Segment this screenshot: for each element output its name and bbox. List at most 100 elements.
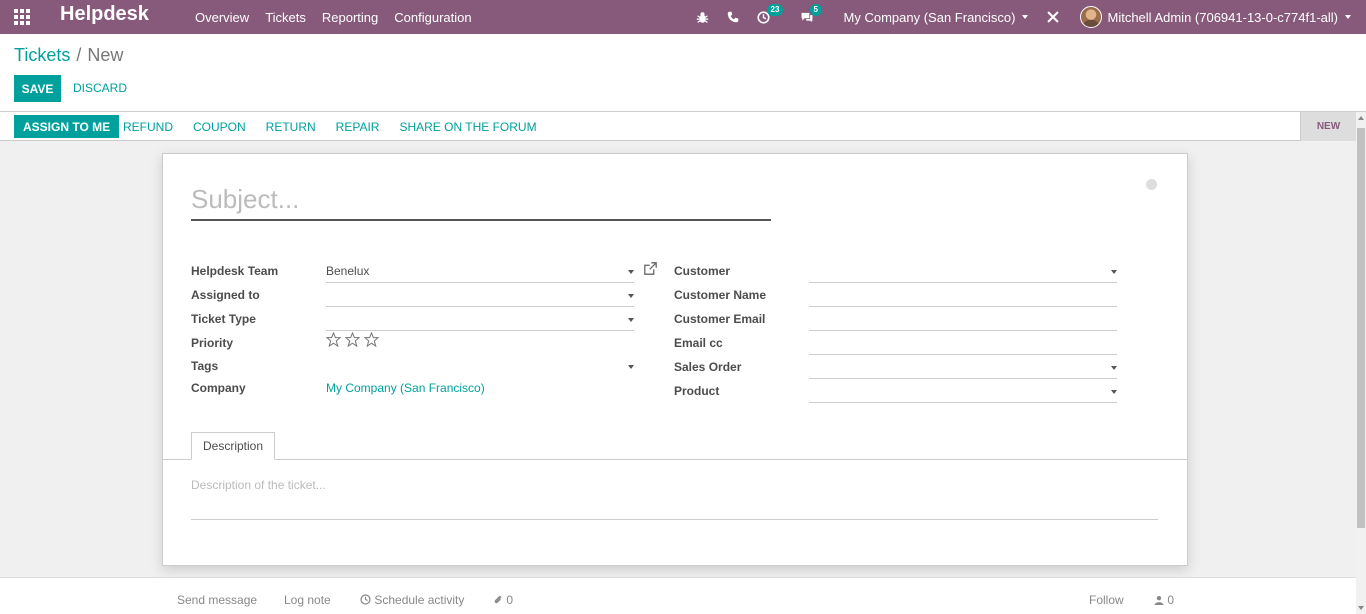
dropdown-caret-icon (628, 318, 634, 322)
customer-email-label: Customer Email (674, 312, 766, 326)
clock-icon (360, 594, 371, 605)
sales-order-select[interactable] (809, 356, 1117, 379)
menu-overview[interactable]: Overview (187, 10, 257, 25)
phone-icon[interactable] (727, 11, 739, 23)
schedule-activity-button[interactable]: Schedule activity (360, 593, 464, 607)
log-note-button[interactable]: Log note (284, 593, 331, 607)
paperclip-icon (494, 595, 502, 604)
menu-tickets[interactable]: Tickets (257, 10, 314, 25)
helpdesk-team-select[interactable]: Benelux (326, 260, 634, 283)
tab-description[interactable]: Description (191, 432, 276, 460)
customer-email-input[interactable] (809, 308, 1117, 331)
caret-down-icon (1022, 15, 1029, 19)
user-name: Mitchell Admin (706941-13-0-c774f1-all) (1107, 9, 1338, 25)
field-customer-name: Customer Name (674, 284, 1119, 308)
tags-label: Tags (191, 359, 219, 373)
field-tags: Tags (191, 355, 636, 379)
product-label: Product (674, 384, 720, 398)
user-menu[interactable]: Mitchell Admin (706941-13-0-c774f1-all) (1080, 6, 1351, 28)
scroll-up-icon[interactable] (1358, 116, 1364, 120)
field-customer-email: Customer Email (674, 308, 1119, 332)
kanban-state-dot[interactable] (1146, 179, 1157, 190)
customer-select[interactable] (809, 260, 1117, 283)
company-switcher-label: My Company (San Francisco) (843, 9, 1016, 25)
star-2-icon[interactable] (345, 332, 360, 347)
field-ticket-type: Ticket Type (191, 308, 636, 332)
return-button[interactable]: Return (256, 120, 326, 134)
dropdown-caret-icon (628, 270, 634, 274)
tags-select[interactable] (326, 355, 634, 378)
followers-button[interactable]: 0 (1154, 593, 1174, 607)
field-customer: Customer (674, 260, 1119, 284)
form-statusbar: Assign to me Refund Coupon Return Repair… (0, 112, 1366, 141)
helpdesk-team-value: Benelux (326, 264, 370, 278)
assign-to-me-button[interactable]: Assign to me (14, 115, 120, 138)
refund-button[interactable]: Refund (113, 120, 183, 134)
sales-order-label: Sales Order (674, 360, 742, 374)
scroll-down-icon[interactable] (1358, 606, 1364, 610)
field-email-cc: Email cc (674, 332, 1119, 356)
field-sales-order: Sales Order (674, 356, 1119, 380)
repair-button[interactable]: Repair (326, 120, 390, 134)
product-select[interactable] (809, 380, 1117, 403)
customer-label: Customer (674, 264, 731, 278)
dropdown-caret-icon (628, 294, 634, 298)
email-cc-label: Email cc (674, 336, 723, 350)
email-cc-input[interactable] (809, 332, 1117, 355)
debug-icon[interactable] (696, 11, 709, 24)
star-1-icon[interactable] (326, 332, 341, 347)
dropdown-caret-icon (1111, 390, 1117, 394)
assigned-to-label: Assigned to (191, 288, 260, 302)
caret-down-icon (1345, 15, 1351, 19)
message-count-badge: 5 (809, 3, 822, 16)
header-actions: Refund Coupon Return Repair Share on the… (113, 112, 547, 141)
main-menu: Overview Tickets Reporting Configuration (187, 0, 480, 34)
star-3-icon[interactable] (364, 332, 379, 347)
discard-button[interactable]: Discard (73, 81, 127, 95)
top-navbar: Helpdesk Overview Tickets Reporting Conf… (0, 0, 1366, 34)
ticket-type-select[interactable] (326, 308, 634, 331)
company-link[interactable]: My Company (San Francisco) (326, 377, 485, 400)
send-message-button[interactable]: Send message (177, 593, 257, 607)
field-priority: Priority (191, 332, 636, 356)
subject-input[interactable] (191, 180, 771, 221)
attachments-button[interactable]: 0 (493, 593, 513, 607)
follow-button[interactable]: Follow (1089, 593, 1124, 607)
menu-reporting[interactable]: Reporting (314, 10, 386, 25)
schedule-activity-label: Schedule activity (374, 593, 465, 607)
systray: 23 5 My Company (San Francisco) Mitchell… (696, 0, 1366, 34)
priority-stars (326, 332, 379, 347)
save-button[interactable]: Save (14, 75, 61, 102)
form-sheet: Helpdesk Team Benelux Assigned to Ticket… (162, 153, 1188, 566)
activity-clock-icon[interactable]: 23 (756, 3, 784, 24)
customer-name-label: Customer Name (674, 288, 767, 302)
external-link-icon[interactable] (644, 262, 657, 275)
dropdown-caret-icon (1111, 270, 1117, 274)
field-company: Company My Company (San Francisco) (191, 377, 636, 401)
company-switcher[interactable]: My Company (San Francisco) (844, 10, 1029, 25)
stage-new[interactable]: New (1300, 112, 1356, 141)
ticket-type-label: Ticket Type (191, 312, 256, 326)
app-brand[interactable]: Helpdesk (60, 3, 149, 26)
page-scrollbar[interactable] (1356, 112, 1366, 614)
messages-icon[interactable]: 5 (800, 3, 822, 24)
field-helpdesk-team: Helpdesk Team Benelux (191, 260, 636, 284)
field-assigned-to: Assigned to (191, 284, 636, 308)
control-panel: Tickets / New Save Discard (0, 34, 1366, 112)
customer-name-input[interactable] (809, 284, 1117, 307)
chatter-topbar: Send message Log note Schedule activity … (0, 577, 1356, 614)
user-icon (1154, 595, 1164, 605)
field-product: Product (674, 380, 1119, 404)
coupon-button[interactable]: Coupon (183, 120, 256, 134)
tools-icon[interactable] (1046, 10, 1060, 24)
scrollbar-thumb[interactable] (1357, 128, 1365, 528)
attachments-count: 0 (506, 593, 514, 607)
description-editor[interactable]: Description of the ticket... (191, 472, 1158, 520)
dropdown-caret-icon (628, 365, 634, 369)
menu-configuration[interactable]: Configuration (386, 10, 479, 25)
breadcrumb-tickets[interactable]: Tickets (14, 45, 70, 65)
share-forum-button[interactable]: Share on the Forum (389, 120, 546, 134)
assigned-to-select[interactable] (326, 284, 634, 307)
user-avatar (1080, 6, 1103, 28)
apps-menu-icon[interactable] (14, 9, 30, 25)
